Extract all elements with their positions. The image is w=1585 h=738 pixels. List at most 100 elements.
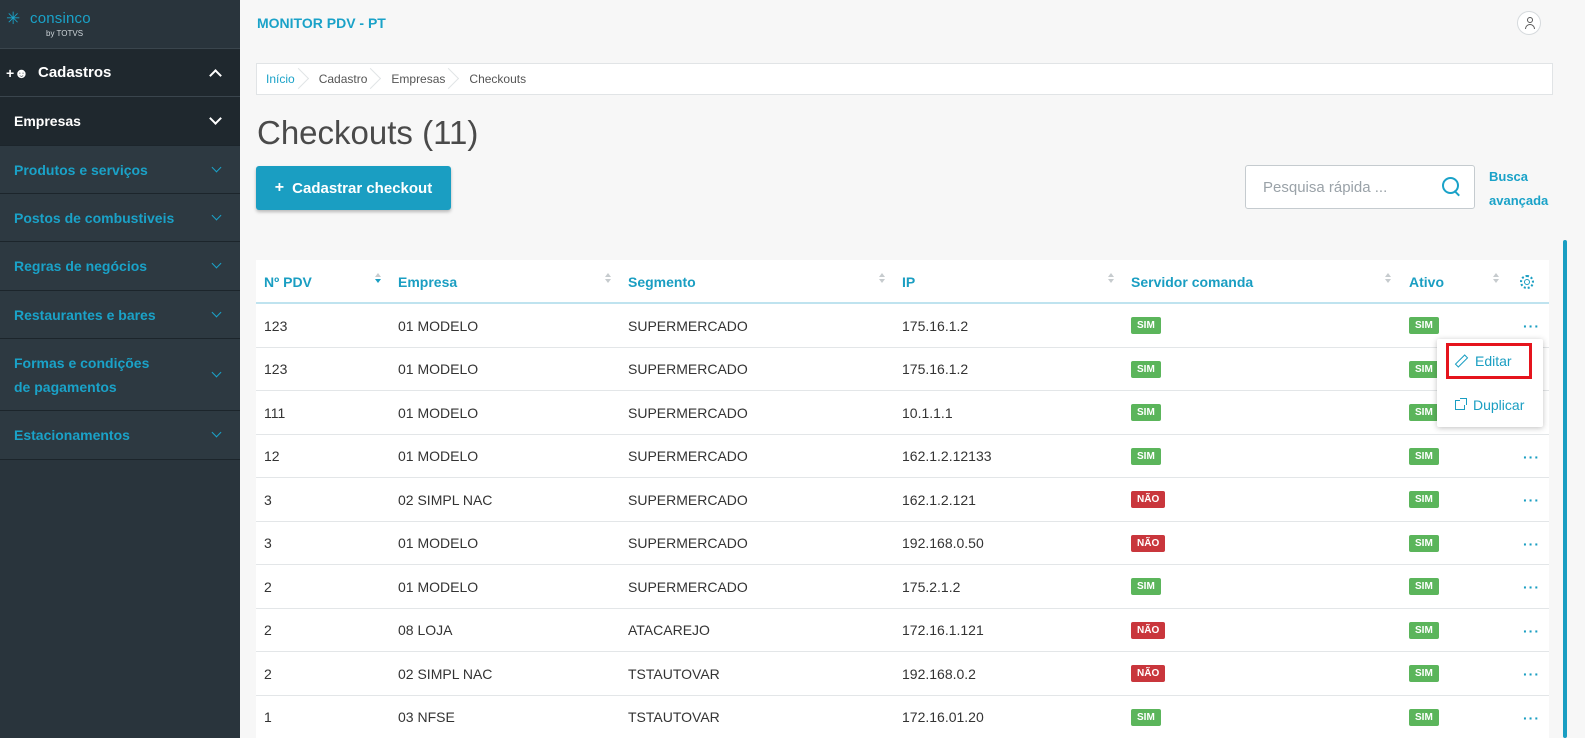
sidebar-item-estacionamentos[interactable]: Estacionamentos [0,411,240,460]
cell-ativo: SIM [1409,478,1439,521]
cell-empresa: 01 MODELO [398,404,479,421]
cell-pdv: 2 [264,578,272,595]
duplicate-label: Duplicar [1473,397,1525,413]
sort-icon[interactable] [375,273,381,283]
cell-servidor: SIM [1131,565,1161,608]
breadcrumb-cadastro[interactable]: Cadastro [309,64,382,94]
column-header-segmento[interactable]: Segmento [628,260,696,304]
sort-icon[interactable] [1108,273,1114,283]
sort-icon[interactable] [605,273,611,283]
sort-icon[interactable] [879,273,885,283]
sidebar-item-postos[interactable]: Postos de combustiveis [0,194,240,242]
cell-servidor: SIM [1131,348,1161,391]
sidebar-item-empresas[interactable]: Empresas [0,97,240,146]
column-header-pdv[interactable]: Nº PDV [264,260,312,304]
table-row[interactable]: 123 01 MODELO SUPERMERCADO 175.16.1.2 SIM SIM… [256,304,1549,348]
sidebar: ✳ consinco by TOTVS +☻ Cadastros Empresa… [0,0,240,738]
table-row[interactable]: 2 08 LOJA ATACAREJO 172.16.1.121 NÃO SIM ··· [256,609,1549,652]
status-badge: SIM [1131,447,1161,465]
more-actions-icon[interactable]: ··· [1523,449,1540,465]
cell-segmento: SUPERMERCADO [628,361,748,377]
cell-empresa: 01 MODELO [398,535,479,551]
more-actions-icon[interactable]: ··· [1523,318,1540,334]
sidebar-item-regras[interactable]: Regras de negócios [0,242,240,291]
sort-icon[interactable] [1493,273,1499,283]
cell-servidor: NÃO [1131,609,1166,652]
add-checkout-label: Cadastrar checkout [292,179,433,197]
cell-servidor: SIM [1131,391,1161,434]
app-title: MONITOR PDV - PT [257,15,386,31]
logo-text: consinco [30,10,91,27]
breadcrumb: Início Cadastro Empresas Checkouts [256,63,1553,95]
page-title: Checkouts (11) [257,114,479,151]
cell-ip: 192.168.0.50 [902,535,984,551]
duplicate-menu-item[interactable]: Duplicar [1437,389,1543,421]
cell-ativo: SIM [1409,348,1439,391]
table-row[interactable]: 123 01 MODELO SUPERMERCADO 175.16.1.2 SIM SIM… [256,348,1549,391]
cell-pdv: 1 [264,709,272,725]
chevron-down-icon [211,367,222,377]
gear-icon[interactable] [1520,275,1534,289]
chevron-down-icon [209,112,222,125]
table-header: Nº PDV Empresa Segmento IP Servidor coma… [256,260,1549,304]
status-badge: SIM [1409,665,1439,682]
table-row[interactable]: 2 01 MODELO SUPERMERCADO 175.2.1.2 SIM SIM ··· [256,565,1549,609]
sidebar-item-restaurantes[interactable]: Restaurantes e bares [0,291,240,339]
sidebar-section-cadastros[interactable]: +☻ Cadastros [0,48,240,97]
add-checkout-button[interactable]: + Cadastrar checkout [256,166,451,210]
breadcrumb-empresas[interactable]: Empresas [381,64,459,94]
cell-segmento: TSTAUTOVAR [628,665,720,682]
column-header-empresa[interactable]: Empresa [398,260,457,304]
cell-empresa: 01 MODELO [398,448,479,464]
status-badge: SIM [1409,360,1439,378]
breadcrumb-inicio[interactable]: Início [257,64,309,94]
user-menu-button[interactable] [1517,11,1541,35]
scrollbar[interactable] [1563,240,1567,738]
more-actions-icon[interactable]: ··· [1523,666,1540,682]
search-icon[interactable] [1442,177,1462,197]
cell-ativo: SIM [1409,609,1439,652]
cell-servidor: NÃO [1131,478,1166,521]
chevron-down-icon [211,427,222,438]
sidebar-item-formas-pagamento[interactable]: Formas e condições de pagamentos [0,339,240,411]
sort-icon[interactable] [1385,273,1391,283]
sidebar-item-produtos[interactable]: Produtos e serviços [0,146,240,194]
table-row[interactable]: 3 02 SIMPL NAC SUPERMERCADO 162.1.2.121 NÃO S… [256,478,1549,522]
more-actions-icon[interactable]: ··· [1523,710,1540,726]
logo-subtext: by TOTVS [46,29,84,38]
table-row[interactable]: 2 02 SIMPL NAC TSTAUTOVAR 192.168.0.2 NÃO SIM… [256,652,1549,696]
cell-pdv: 111 [264,404,286,421]
sidebar-section-label: Cadastros [38,64,112,81]
consinco-logo-icon: ✳ [6,9,21,28]
cell-empresa: 03 NFSE [398,709,455,725]
more-actions-icon[interactable]: ··· [1523,623,1540,639]
table-row[interactable]: 11101 MODELOSUPERMERCADO10.1.1.1SIMSIM··… [256,391,1549,435]
status-badge: SIM [1131,578,1161,595]
column-header-ativo[interactable]: Ativo [1409,260,1444,304]
breadcrumb-separator [299,64,309,94]
edit-highlight-box [1446,343,1532,379]
status-badge: SIM [1409,404,1439,421]
external-link-icon [1455,398,1467,410]
more-actions-icon[interactable]: ··· [1523,579,1540,595]
status-badge: NÃO [1131,621,1166,639]
column-header-servidor[interactable]: Servidor comanda [1131,260,1253,304]
column-header-ip[interactable]: IP [902,260,915,304]
table-row[interactable]: 12 01 MODELO SUPERMERCADO 162.1.2.12133 SIM S… [256,435,1549,478]
breadcrumb-separator [449,64,459,94]
cell-segmento: SUPERMERCADO [628,535,748,551]
cell-ativo: SIM [1409,304,1439,347]
more-actions-icon[interactable]: ··· [1523,536,1540,552]
status-badge: NÃO [1131,491,1166,508]
cell-servidor: SIM [1131,435,1161,478]
table-row[interactable]: 1 03 NFSE TSTAUTOVAR 172.16.01.20 SIM SIM ··· [256,696,1549,738]
sidebar-item-label: Estacionamentos [14,427,130,443]
search-input[interactable]: Pesquisa rápida ... [1245,165,1475,209]
more-actions-icon[interactable]: ··· [1523,492,1540,508]
chevron-down-icon [211,307,222,317]
advanced-search-link[interactable]: Busca avançada [1489,165,1553,213]
table-row[interactable]: 3 01 MODELO SUPERMERCADO 192.168.0.50 NÃO SIM… [256,522,1549,565]
status-badge: SIM [1131,317,1161,334]
cell-ip: 175.2.1.2 [902,578,961,595]
sidebar-item-label: Empresas [14,113,81,129]
